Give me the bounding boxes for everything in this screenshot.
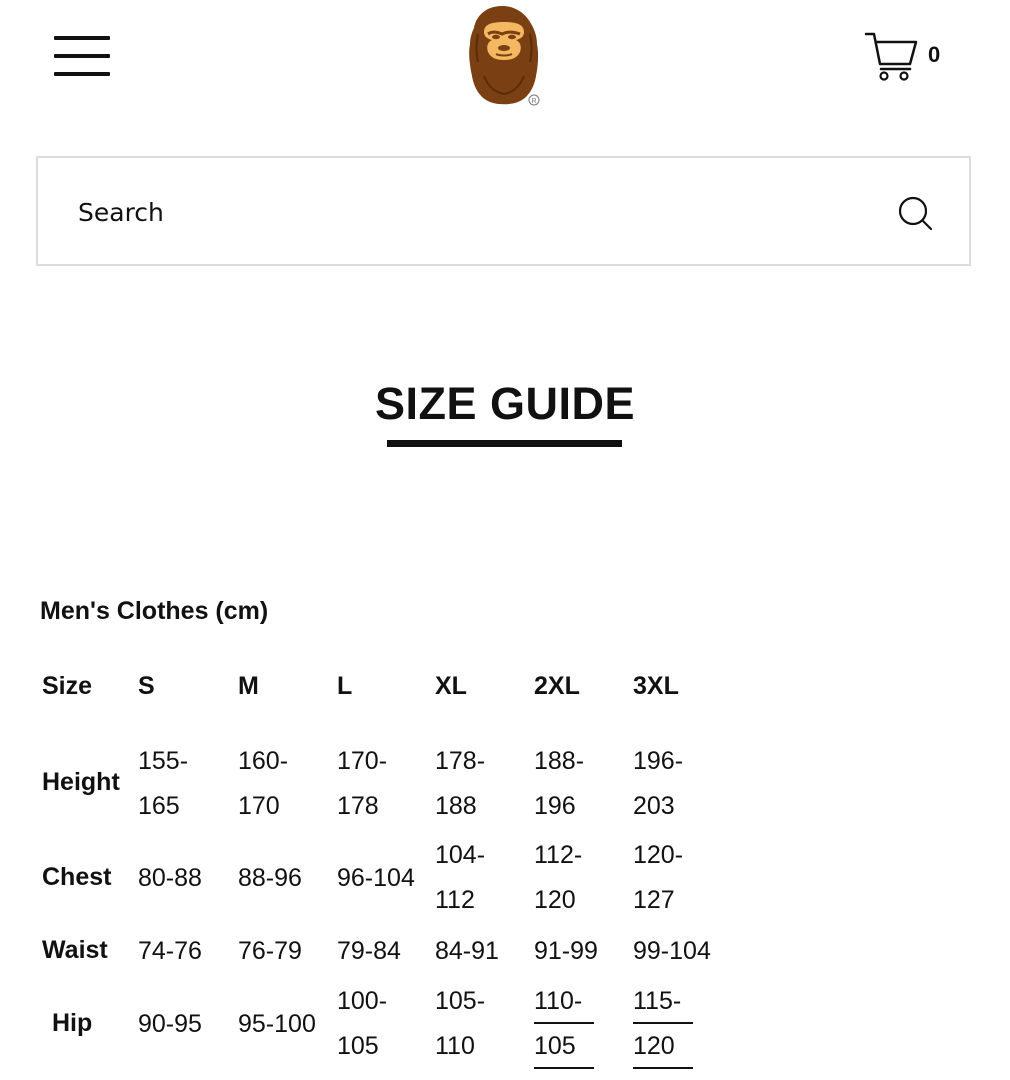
row-label-height: Height	[42, 768, 120, 796]
table-cell: 96-104	[337, 864, 415, 892]
cart-count: 0	[928, 42, 941, 67]
table-cell: 188- 196	[534, 747, 585, 820]
page-title: SIZE GUIDE	[374, 378, 636, 429]
search-box	[36, 156, 971, 266]
table-cell: 95-100	[238, 1010, 316, 1038]
table-header-cell: S	[138, 672, 155, 700]
table-header-cell: 3XL	[633, 672, 679, 700]
table-cell: 79-84	[337, 937, 401, 965]
table-cell: 84-91	[435, 937, 499, 965]
table-cell: 91-99	[534, 937, 598, 965]
cart-button[interactable]: 0	[864, 30, 952, 84]
table-cell: 160- 170	[238, 747, 289, 820]
table-cell: 76-79	[238, 937, 302, 965]
table-cell: 100- 105	[337, 987, 388, 1060]
table-cell: 104- 112	[435, 841, 486, 914]
page: R 0 SIZE GUIDE Men's Clothes (cm) Size S	[0, 0, 1010, 1080]
title-underline	[387, 440, 622, 447]
ape-head-logo-icon: R	[469, 6, 540, 106]
table-cell: 178- 188	[435, 747, 486, 820]
table-cell: 155- 165	[138, 747, 189, 820]
row-label-chest: Chest	[42, 863, 112, 891]
table-cell: 105- 110	[435, 987, 486, 1060]
menu-button[interactable]	[54, 34, 112, 80]
row-label-hip: Hip	[52, 1009, 93, 1037]
table-cell: 196- 203	[633, 747, 684, 820]
shopping-cart-icon	[864, 32, 918, 81]
table-cell: 115- 120	[633, 979, 693, 1069]
search-icon[interactable]	[896, 194, 936, 234]
row-label-waist: Waist	[42, 936, 108, 964]
table-cell: 80-88	[138, 864, 202, 892]
table-cell: 170- 178	[337, 747, 388, 820]
table-header-cell: XL	[435, 672, 467, 700]
header: R 0	[0, 0, 1010, 120]
svg-text:R: R	[532, 98, 537, 105]
table-header-cell: M	[238, 672, 259, 700]
table-cell: 88-96	[238, 864, 302, 892]
search-input[interactable]	[78, 192, 858, 232]
table-cell: 112- 120	[534, 841, 583, 914]
table-cell: 74-76	[138, 937, 202, 965]
table-cell: 110- 105	[534, 979, 594, 1069]
brand-logo[interactable]: R	[464, 4, 544, 108]
table-cell: 99-104	[633, 937, 711, 965]
table-header-cell: L	[337, 672, 353, 700]
section-heading: Men's Clothes (cm)	[40, 597, 269, 625]
table-cell: 120- 127	[633, 841, 684, 914]
table-header-cell: Size	[42, 672, 93, 700]
table-header-cell: 2XL	[534, 672, 580, 700]
table-cell: 90-95	[138, 1010, 202, 1038]
